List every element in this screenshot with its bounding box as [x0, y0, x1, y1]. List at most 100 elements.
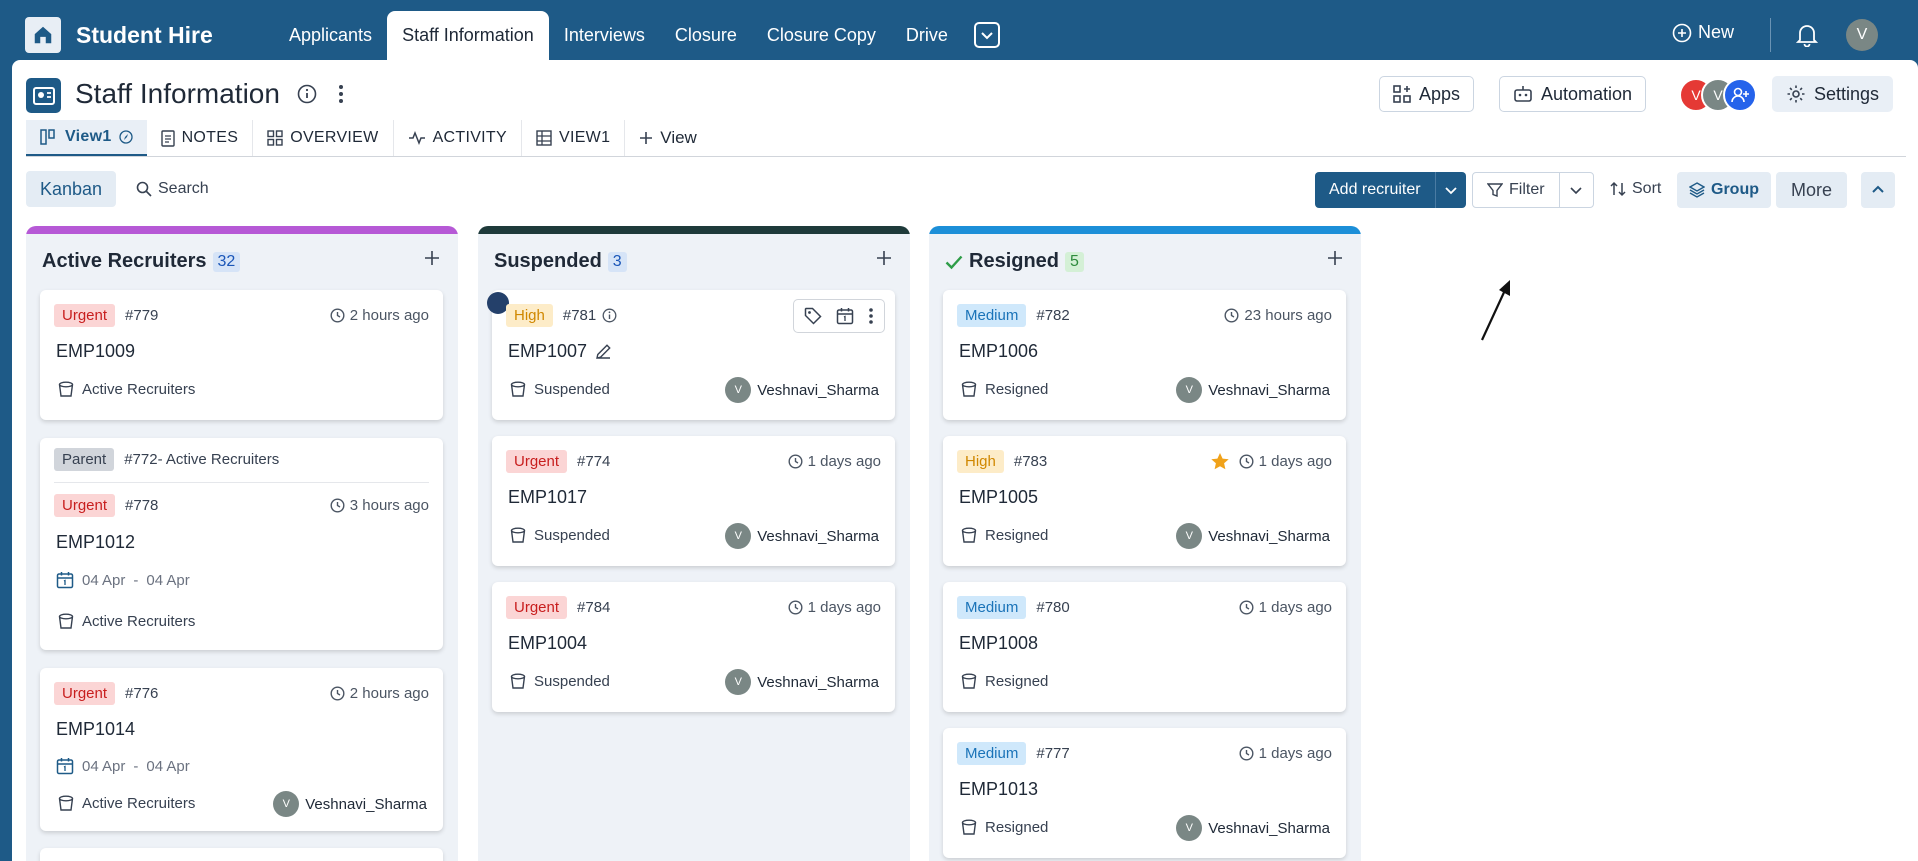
apps-button[interactable]: Apps: [1379, 76, 1475, 112]
add-member-button[interactable]: [1723, 78, 1757, 112]
card-divider: [54, 482, 429, 483]
card-owner[interactable]: V Veshnavi_Sharma: [273, 791, 427, 817]
kanban-card[interactable]: Medium #780 1 days ago EMP1008 Resigned: [943, 582, 1346, 712]
column-add-button[interactable]: [424, 250, 440, 271]
card-status: Resigned: [961, 673, 1048, 690]
date-start: 04 Apr: [82, 571, 126, 589]
kanban-card[interactable]: Urgent #774 1 days ago EMP1017 Suspended…: [492, 436, 895, 566]
settings-button[interactable]: Settings: [1772, 76, 1894, 112]
tabs-divider: [26, 156, 1906, 157]
card-title: EMP1013: [959, 779, 1039, 799]
kanban-card[interactable]: Medium #777 1 days ago EMP1013 Resigned …: [943, 728, 1346, 858]
add-recruiter-label[interactable]: Add recruiter: [1315, 172, 1436, 208]
sort-button[interactable]: Sort: [1610, 180, 1661, 198]
card-owner[interactable]: V Veshnavi_Sharma: [725, 523, 879, 549]
owner-name: Veshnavi_Sharma: [1208, 381, 1330, 399]
bucket-icon: [961, 673, 977, 689]
filter-main[interactable]: Filter: [1473, 173, 1560, 207]
clock-icon: [788, 600, 803, 615]
column-color-bar: [929, 226, 1361, 234]
tab-notes[interactable]: NOTES: [147, 120, 254, 156]
column-add-button[interactable]: [876, 250, 892, 271]
collapse-button[interactable]: [1861, 172, 1895, 208]
tab-overview[interactable]: OVERVIEW: [253, 120, 394, 156]
date-start: 04 Apr: [82, 757, 126, 775]
filter-icon: [1487, 183, 1503, 198]
calendar-icon: [56, 572, 74, 589]
tab-activity[interactable]: ACTIVITY: [394, 120, 522, 156]
card-owner[interactable]: V Veshnavi_Sharma: [725, 669, 879, 695]
pencil-icon[interactable]: [595, 343, 612, 360]
nav-tab-staff-information[interactable]: Staff Information: [387, 11, 549, 60]
layout-kanban-button[interactable]: Kanban: [26, 171, 117, 207]
chevron-down-icon: [1444, 187, 1457, 195]
group-button[interactable]: Group: [1677, 172, 1771, 208]
column-title: Resigned: [969, 250, 1060, 272]
new-button[interactable]: New: [1672, 22, 1734, 43]
nav-divider: [1770, 18, 1771, 52]
nav-more-button[interactable]: [974, 22, 1000, 48]
column-count: 3: [607, 251, 627, 272]
card-owner[interactable]: V Veshnavi_Sharma: [725, 377, 879, 403]
add-recruiter-dropdown[interactable]: [1436, 172, 1466, 208]
home-button[interactable]: [25, 17, 61, 53]
home-icon: [34, 26, 52, 44]
automation-button[interactable]: Automation: [1499, 76, 1647, 112]
owner-name: Veshnavi_Sharma: [757, 381, 879, 399]
nav-tab-closure[interactable]: Closure: [660, 11, 752, 60]
kebab-icon[interactable]: [868, 307, 874, 325]
kanban-card[interactable]: Urgent #776 2 hours ago EMP1014 04 Apr -…: [40, 668, 443, 831]
kanban-card[interactable]: Urgent #779 2 hours ago EMP1009 Active R…: [40, 290, 443, 420]
add-view-label: View: [660, 128, 697, 147]
sort-label: Sort: [1632, 180, 1662, 197]
tag-icon[interactable]: [804, 307, 822, 325]
automation-button-label: Automation: [1541, 83, 1633, 104]
card-parent[interactable]: Parent #772- Active Recruiters: [54, 448, 429, 471]
kanban-card[interactable]: [40, 848, 443, 861]
nav-tab-applicants[interactable]: Applicants: [274, 11, 387, 60]
filter-dropdown[interactable]: [1560, 173, 1593, 207]
kanban-card[interactable]: High #781 EMP1007 Suspended V Veshnavi_S…: [487, 290, 895, 420]
card-owner[interactable]: V Veshnavi_Sharma: [1176, 377, 1330, 403]
card-title-row: EMP1007: [508, 341, 612, 362]
column-add-button[interactable]: [1327, 250, 1343, 271]
layers-icon: [1689, 182, 1705, 198]
filter-button[interactable]: Filter: [1472, 172, 1594, 208]
nav-tab-interviews[interactable]: Interviews: [549, 11, 660, 60]
card-title: EMP1014: [56, 719, 136, 739]
parent-reference[interactable]: #772- Active Recruiters: [124, 451, 279, 468]
annotation-arrow-icon: [1481, 280, 1510, 341]
calendar-icon[interactable]: [836, 307, 854, 325]
card-time: 2 hours ago: [330, 685, 429, 702]
kebab-icon: [339, 85, 343, 103]
nav-tab-drive[interactable]: Drive: [891, 11, 963, 60]
add-recruiter-button[interactable]: Add recruiter: [1315, 172, 1466, 208]
star-icon[interactable]: [1210, 452, 1230, 471]
page-menu-button[interactable]: [337, 84, 345, 109]
filter-label: Filter: [1509, 181, 1545, 198]
tab-view1-table[interactable]: VIEW1: [522, 120, 626, 156]
page-info-button[interactable]: [297, 84, 317, 109]
clock-icon: [1239, 600, 1254, 615]
priority-badge: High: [506, 304, 553, 327]
kanban-card[interactable]: Urgent #784 1 days ago EMP1004 Suspended…: [492, 582, 895, 712]
card-owner[interactable]: V Veshnavi_Sharma: [1176, 523, 1330, 549]
add-view-button[interactable]: View: [625, 120, 711, 156]
page-icon: [26, 78, 61, 113]
search-button[interactable]: Search: [136, 180, 209, 198]
kanban-card[interactable]: High #783 1 days ago EMP1005 Resigned V …: [943, 436, 1346, 566]
card-time: 1 days ago: [1239, 745, 1332, 762]
card-id: #776: [125, 685, 159, 702]
card-status-label: Resigned: [985, 527, 1049, 544]
tab-view1[interactable]: View1: [26, 120, 147, 156]
card-id: #774: [577, 453, 611, 470]
column-count: 32: [212, 251, 241, 272]
more-button[interactable]: More: [1776, 172, 1848, 208]
notifications-button[interactable]: [1795, 23, 1819, 52]
nav-tab-closure-copy[interactable]: Closure Copy: [752, 11, 891, 60]
kanban-card[interactable]: Parent #772- Active Recruiters Urgent #7…: [40, 438, 443, 650]
kanban-card[interactable]: Medium #782 23 hours ago EMP1006 Resigne…: [943, 290, 1346, 420]
card-owner[interactable]: V Veshnavi_Sharma: [1176, 815, 1330, 841]
info-icon[interactable]: [602, 308, 617, 323]
user-avatar[interactable]: V: [1846, 19, 1878, 51]
